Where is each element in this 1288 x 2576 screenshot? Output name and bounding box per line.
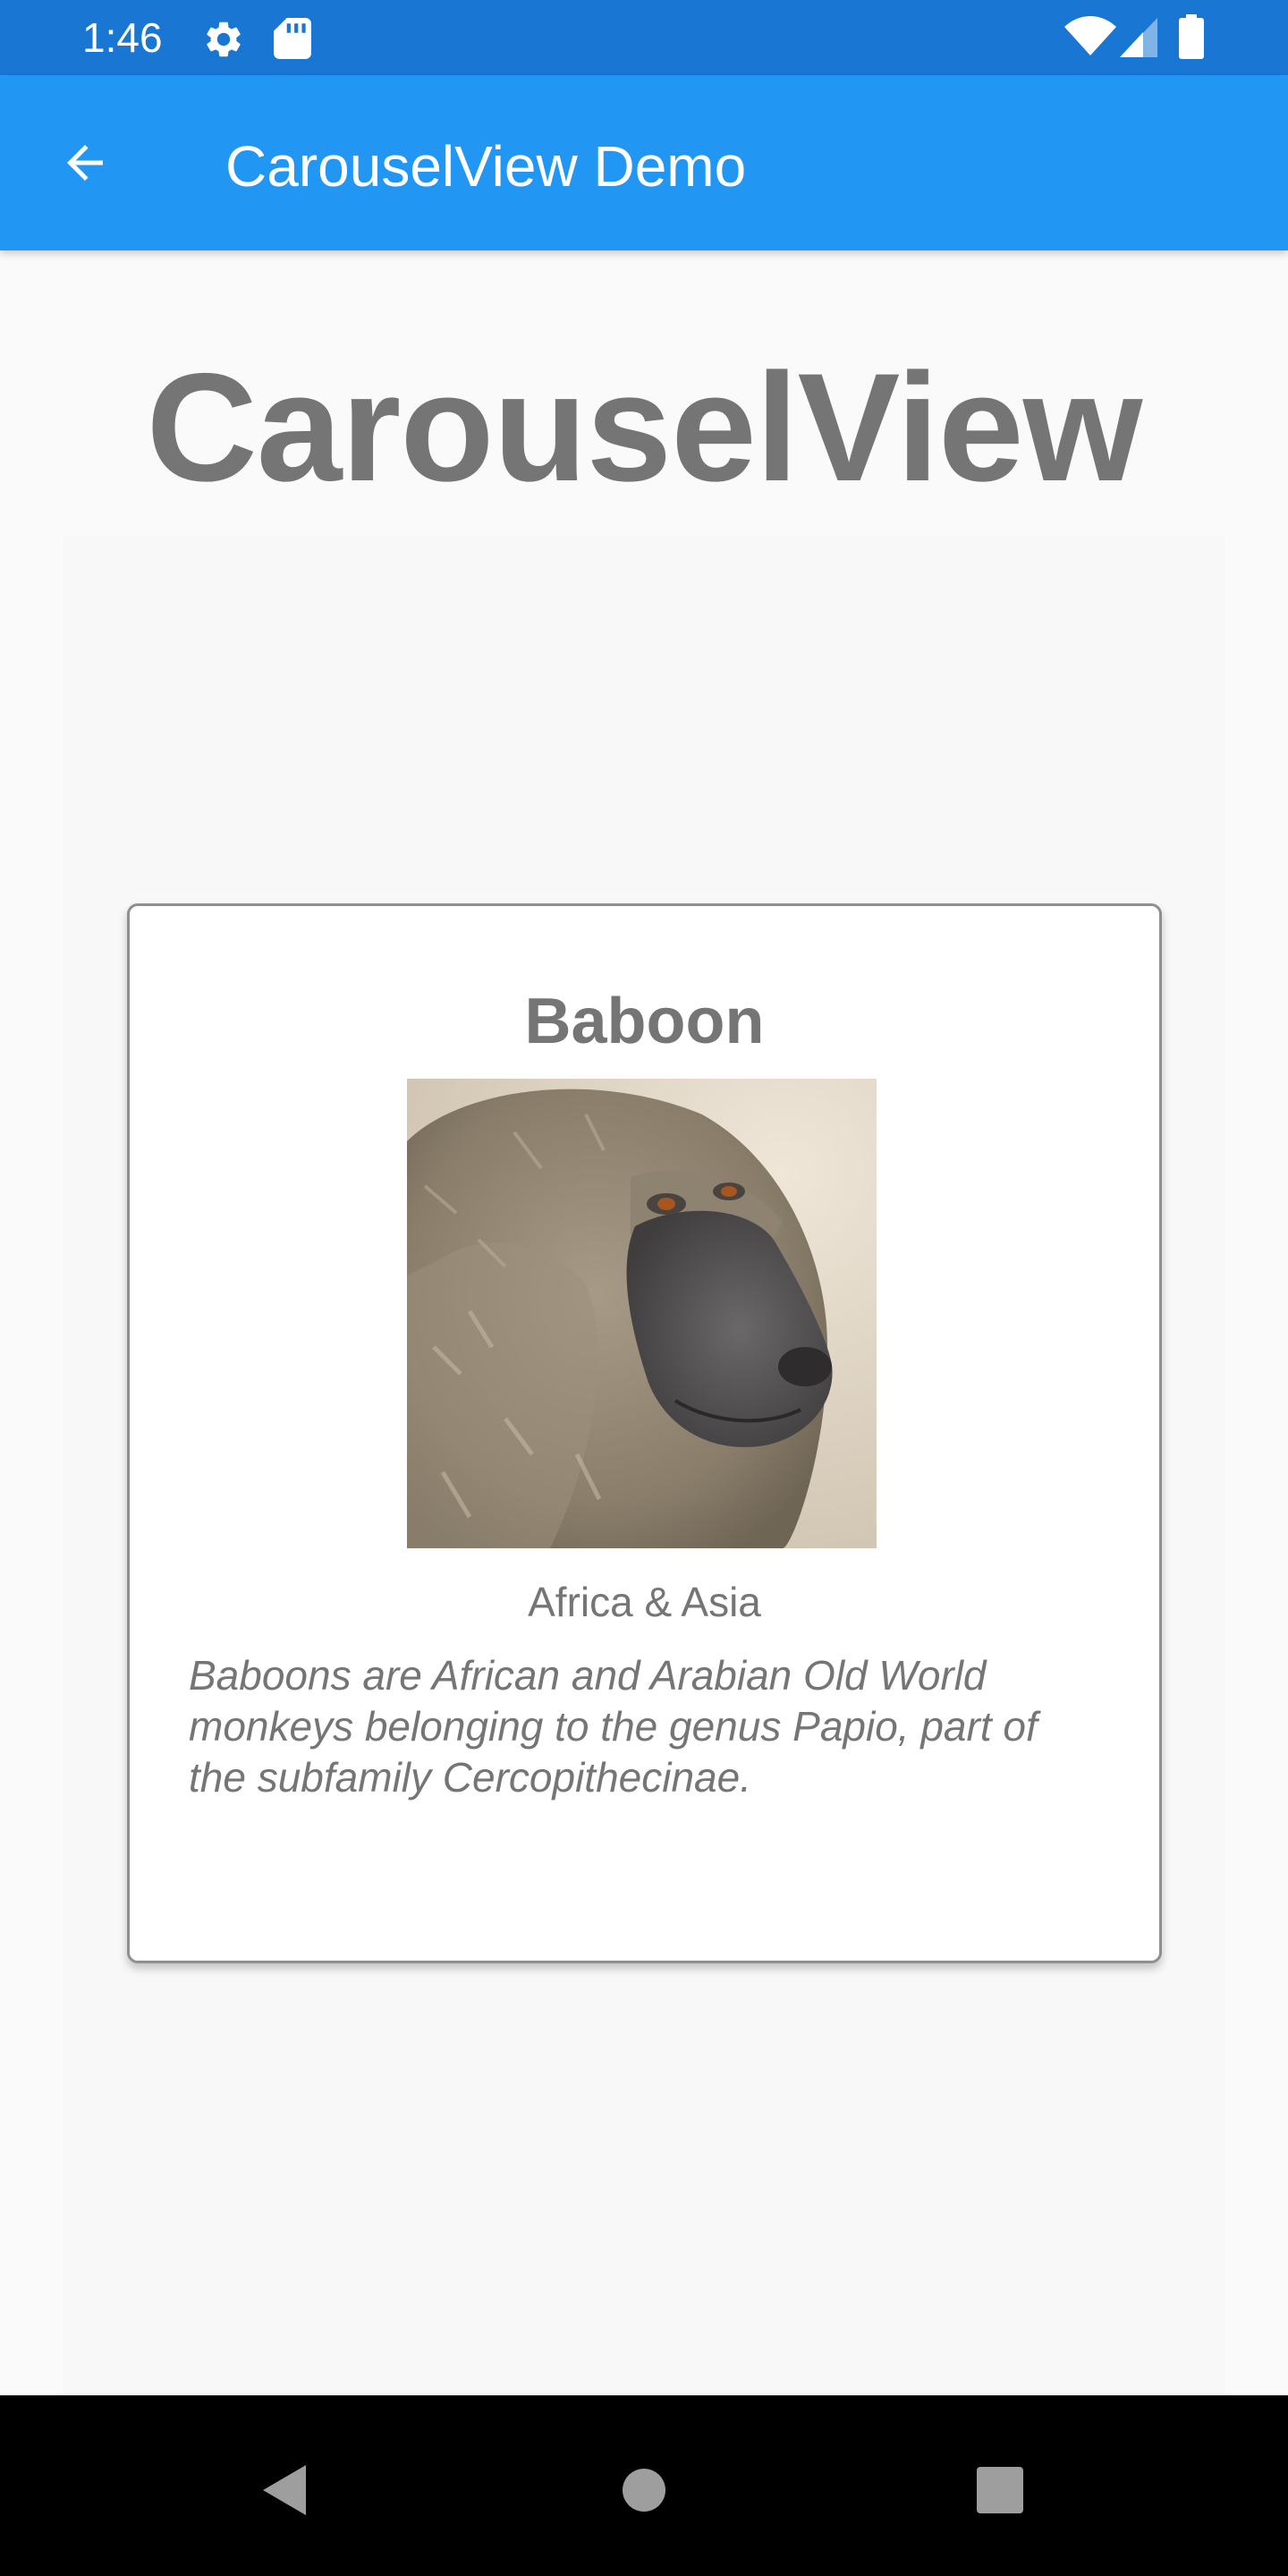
nav-back-button[interactable] bbox=[240, 2445, 329, 2535]
recents-square-icon bbox=[977, 2467, 1023, 2513]
home-circle-icon bbox=[623, 2469, 665, 2512]
carousel-item-card[interactable]: Baboon Africa & Asia Baboons are African… bbox=[127, 903, 1162, 1963]
status-bar: 1:46 bbox=[0, 0, 1288, 75]
app-title: CarouselView Demo bbox=[225, 134, 747, 199]
back-triangle-icon bbox=[263, 2465, 306, 2515]
animal-location: Africa & Asia bbox=[528, 1579, 761, 1625]
page-heading: CarouselView bbox=[146, 342, 1143, 513]
baboon-photo bbox=[407, 1079, 877, 1548]
system-navigation-bar bbox=[0, 2395, 1288, 2576]
back-button[interactable] bbox=[36, 118, 134, 208]
nav-recents-button[interactable] bbox=[955, 2445, 1045, 2535]
battery-icon bbox=[1179, 14, 1204, 59]
arrow-left-icon bbox=[67, 145, 103, 181]
sd-card-icon bbox=[274, 18, 311, 59]
app-bar: CarouselView Demo bbox=[0, 75, 1288, 250]
animal-name: Baboon bbox=[524, 986, 765, 1057]
animal-details: Baboons are African and Arabian Old Worl… bbox=[189, 1652, 1038, 1801]
status-time: 1:46 bbox=[82, 14, 163, 61]
signal-icon bbox=[1120, 18, 1157, 57]
wifi-icon bbox=[1064, 16, 1116, 55]
screen: 1:46 CarouselView Demo CarouselView Babo… bbox=[0, 0, 1288, 2576]
nav-home-button[interactable] bbox=[599, 2445, 689, 2535]
gear-icon bbox=[207, 21, 241, 57]
